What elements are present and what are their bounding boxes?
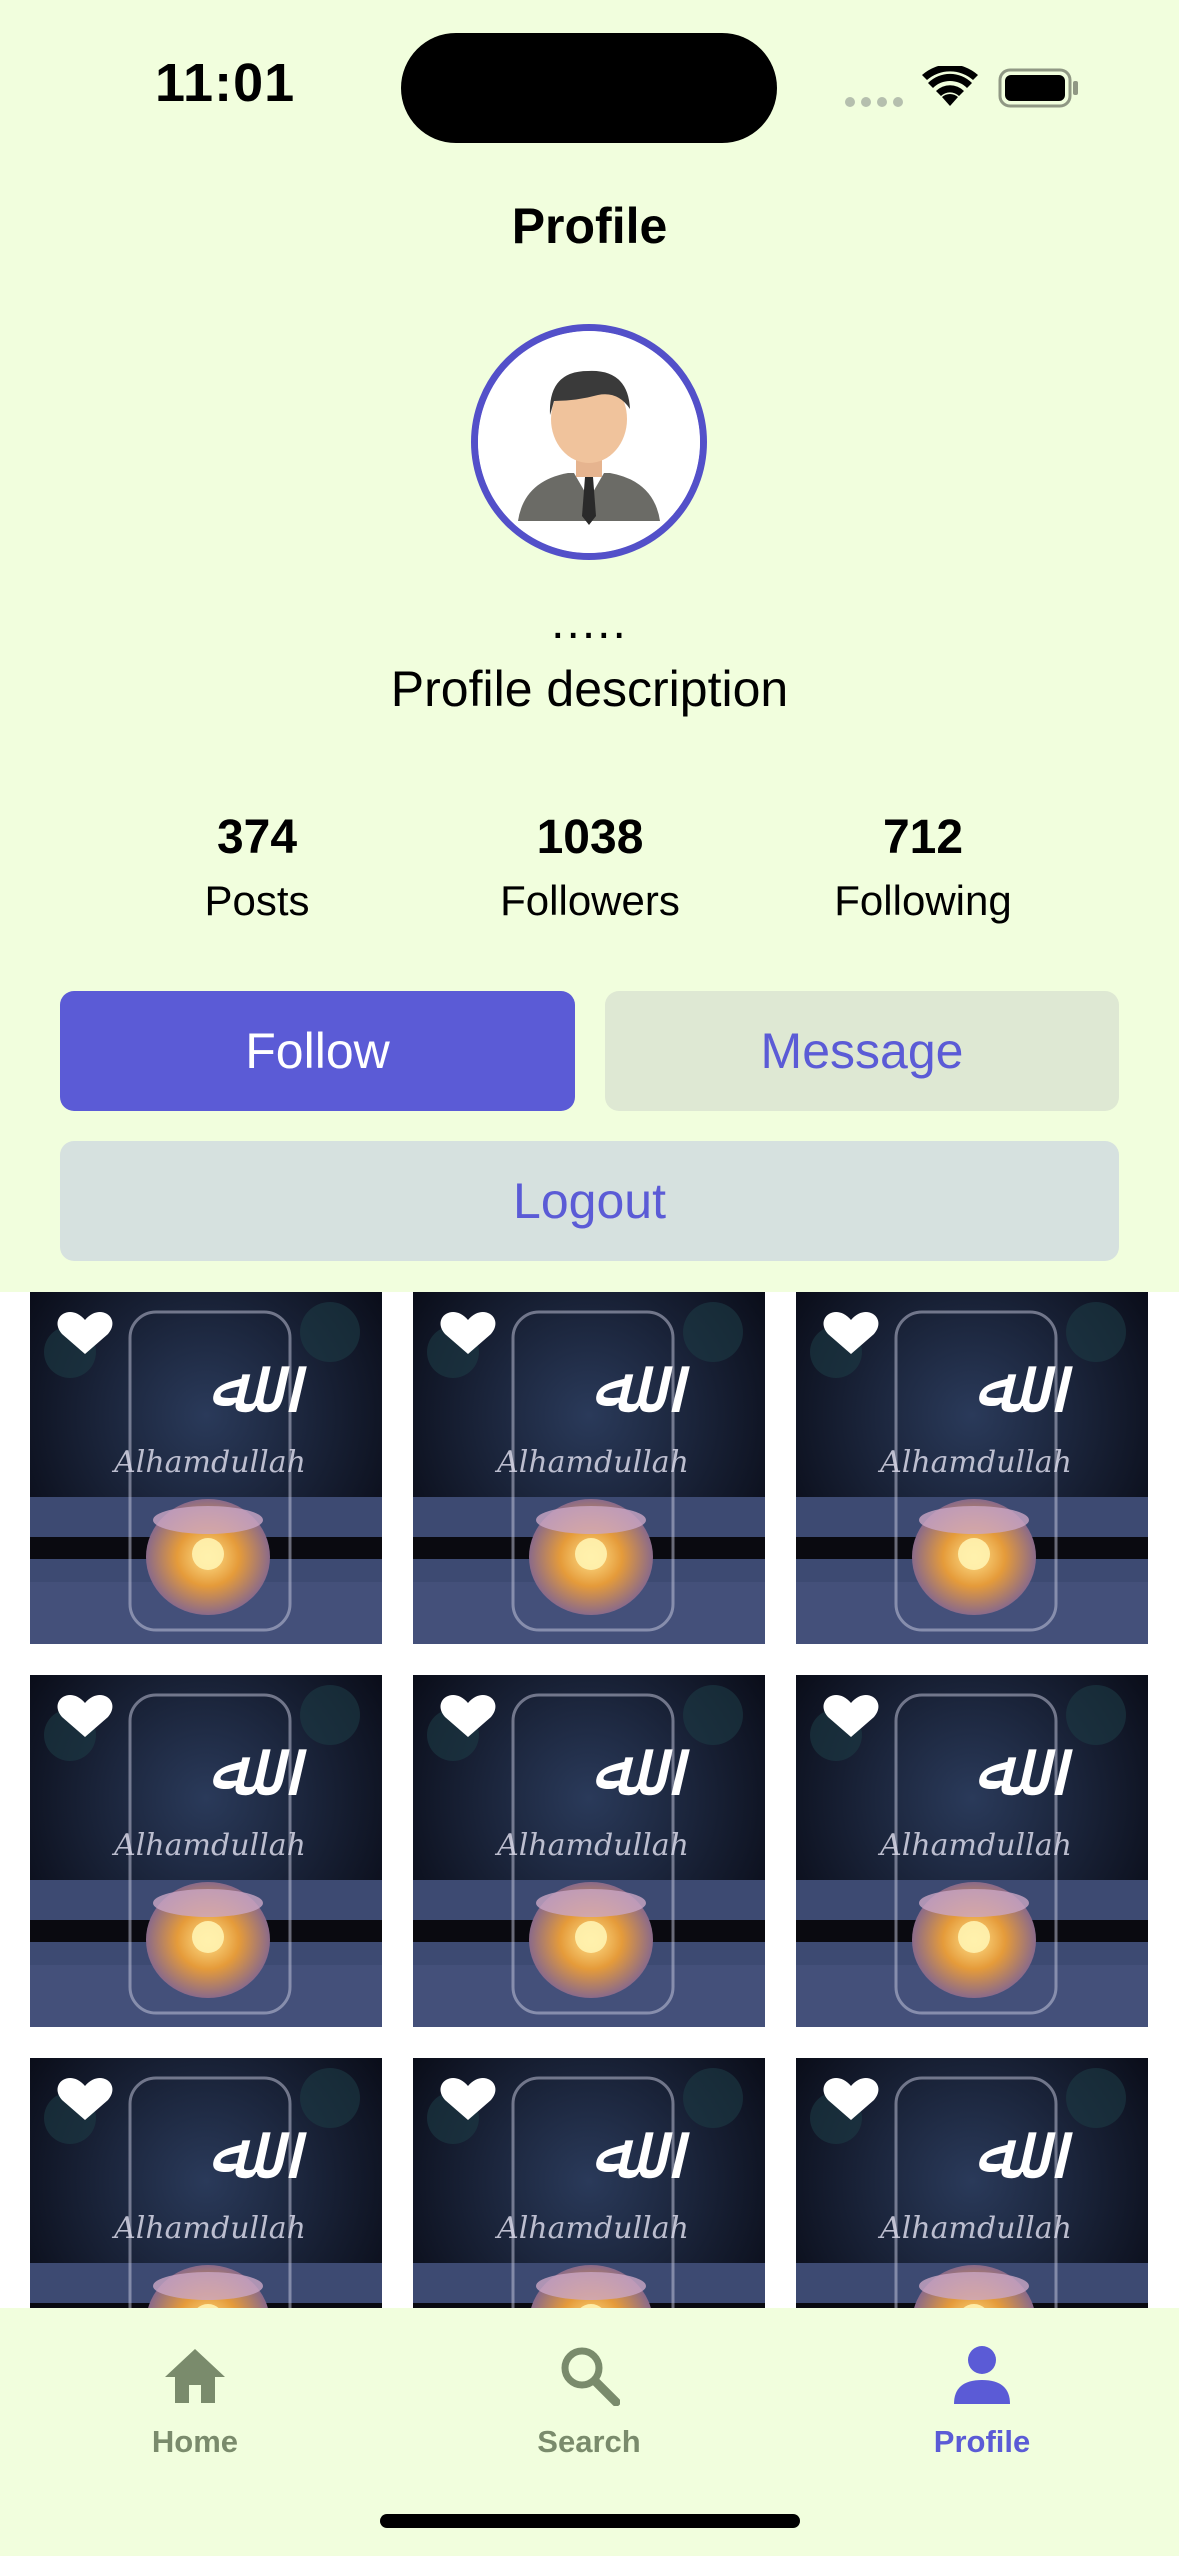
svg-text:Alhamdullah: Alhamdullah (877, 2211, 1072, 2246)
dynamic-island (401, 33, 777, 143)
status-time: 11:01 (155, 53, 296, 113)
logout-button[interactable]: Logout (60, 1141, 1119, 1261)
stat-value: 374 (216, 811, 298, 864)
profile-description: Profile description (390, 661, 789, 717)
post-thumbnail[interactable]: ﷲ Alhamdullah (30, 1675, 382, 2027)
wifi-icon (922, 64, 978, 113)
post-thumbnail[interactable]: ﷲ Alhamdullah (30, 2058, 382, 2308)
post-thumbnail[interactable]: ﷲ Alhamdullah (30, 1292, 382, 1644)
status-bar: 11:01 (0, 0, 1179, 180)
svg-text:Alhamdullah: Alhamdullah (111, 1828, 306, 1863)
svg-text:Alhamdullah: Alhamdullah (111, 1445, 306, 1480)
stat-posts[interactable]: 374 Posts (92, 810, 422, 925)
svg-text:Alhamdullah: Alhamdullah (494, 1828, 689, 1863)
home-indicator (380, 2514, 800, 2528)
user-avatar-icon (478, 331, 700, 553)
page-title: Profile (511, 198, 668, 254)
post-thumbnail[interactable]: ﷲ Alhamdullah (413, 1675, 765, 2027)
tab-label: Home (151, 2424, 239, 2459)
svg-text:Alhamdullah: Alhamdullah (877, 1828, 1072, 1863)
post-thumbnail[interactable]: ﷲ Alhamdullah (413, 2058, 765, 2308)
signal-icon (845, 94, 909, 112)
tab-search[interactable]: Search (439, 2330, 739, 2460)
stat-value: 1038 (536, 811, 644, 864)
avatar[interactable] (471, 324, 707, 560)
svg-text:Alhamdullah: Alhamdullah (111, 2211, 306, 2246)
stat-value: 712 (882, 811, 964, 864)
post-thumbnail[interactable]: ﷲ Alhamdullah (796, 1292, 1148, 1644)
post-thumbnail[interactable]: ﷲ Alhamdullah (413, 1292, 765, 1644)
message-button[interactable]: Message (605, 991, 1119, 1111)
svg-text:Alhamdullah: Alhamdullah (494, 1445, 689, 1480)
post-thumbnail[interactable]: ﷲ Alhamdullah (796, 1675, 1148, 2027)
stat-label: Following (834, 877, 1012, 924)
person-icon (954, 2346, 1010, 2404)
svg-text:Alhamdullah: Alhamdullah (877, 1445, 1072, 1480)
home-icon (165, 2349, 225, 2403)
tab-home[interactable]: Home (45, 2330, 345, 2460)
stat-label: Followers (500, 877, 680, 924)
svg-text:Alhamdullah: Alhamdullah (494, 2211, 689, 2246)
tab-label: Search (537, 2424, 641, 2459)
battery-icon (998, 68, 1080, 113)
follow-button[interactable]: Follow (60, 991, 575, 1111)
stat-label: Posts (204, 877, 310, 924)
post-thumbnail[interactable]: ﷲ Alhamdullah (796, 2058, 1148, 2308)
stat-following[interactable]: 712 Following (758, 810, 1088, 925)
post-grid: ﷲ Alhamdullah ﷲ Alhamdullah ﷲ Alhamdullah ﷲ Alh… (0, 1292, 1179, 2308)
tab-profile[interactable]: Profile (832, 2330, 1132, 2460)
search-icon (561, 2347, 620, 2406)
stat-followers[interactable]: 1038 Followers (425, 810, 755, 925)
tab-label: Profile (933, 2424, 1031, 2459)
username: ..... (551, 596, 628, 649)
